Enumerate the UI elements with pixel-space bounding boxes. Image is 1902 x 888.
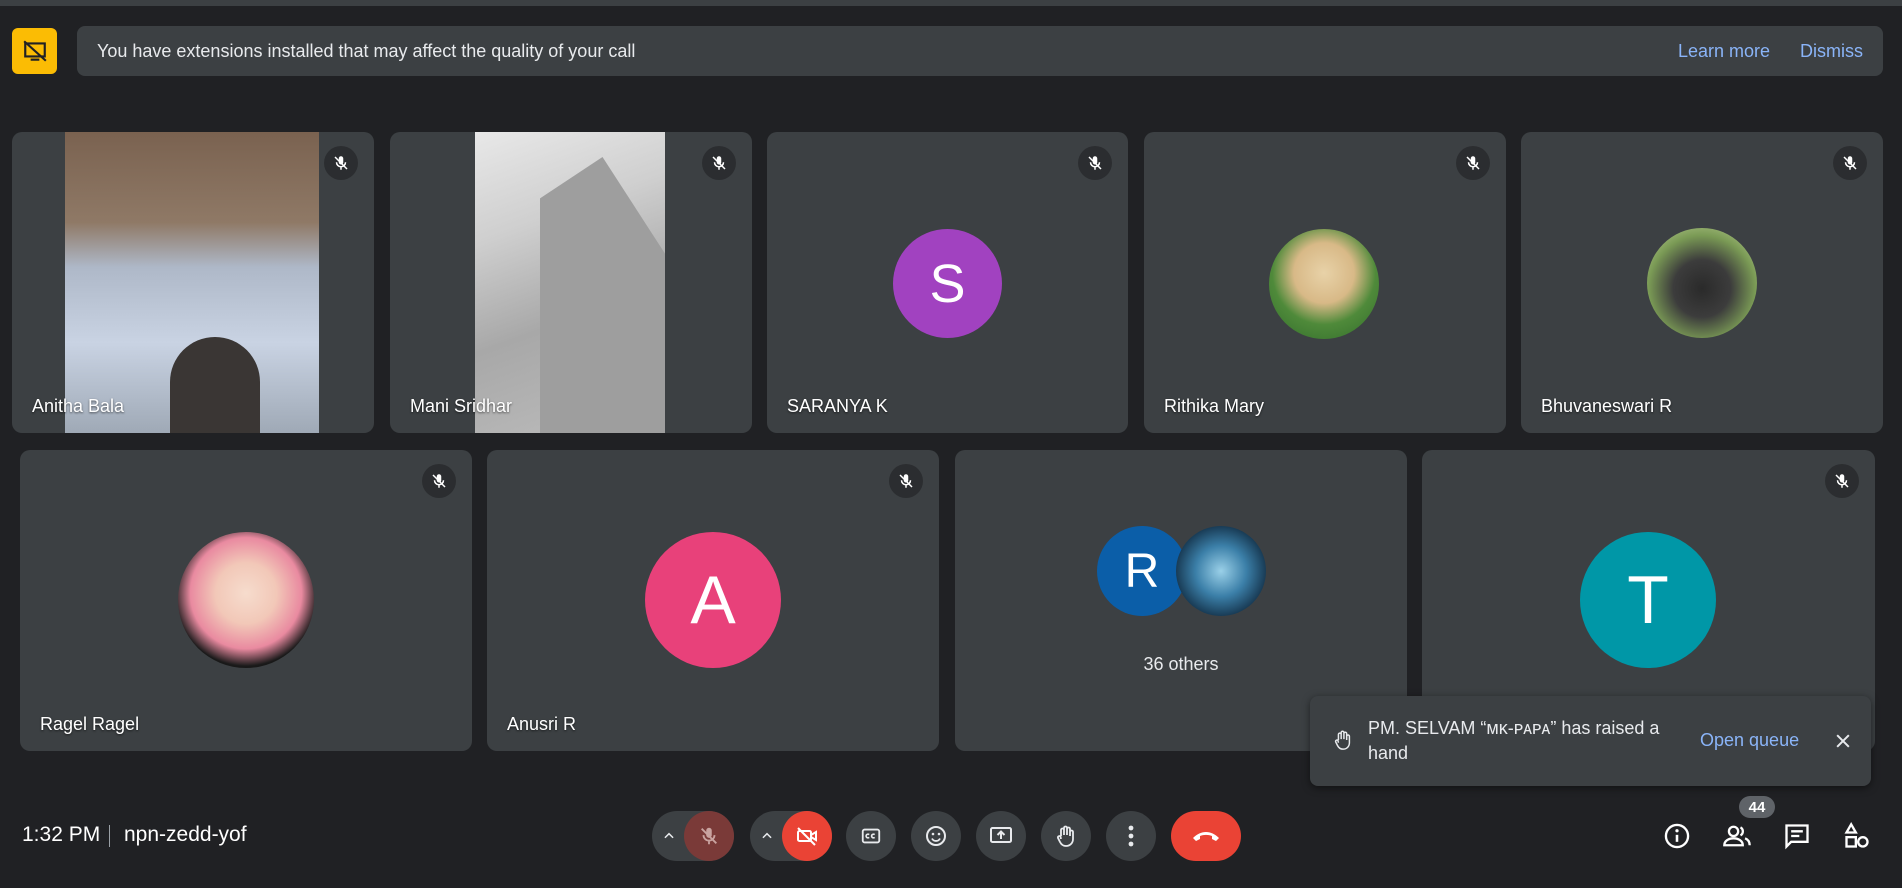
activities-icon[interactable] (1839, 818, 1875, 854)
people-icon[interactable] (1719, 818, 1755, 854)
raise-hand-button[interactable] (1041, 811, 1091, 861)
raised-hand-toast: PM. SELVAM “ᴍᴋ-ᴘᴀᴘᴀ” has raised a hand O… (1310, 696, 1871, 786)
participant-avatar: T (1580, 532, 1716, 668)
participant-name: Anusri R (507, 714, 577, 734)
toast-message: PM. SELVAM “ᴍᴋ-ᴘᴀᴘᴀ” has raised a hand (1368, 718, 1660, 763)
participant-tile[interactable]: Anitha Bala (12, 132, 374, 433)
participant-name: SARANYA K (787, 396, 888, 416)
avatar-initial: S (929, 253, 966, 314)
open-queue-button[interactable]: Open queue (1700, 730, 1799, 751)
muted-mic-icon (1825, 464, 1859, 498)
participant-tile[interactable]: S SARANYA K (767, 132, 1128, 433)
participant-name: Bhuvaneswari R (1541, 396, 1673, 416)
muted-mic-icon (889, 464, 923, 498)
meeting-details-icon[interactable] (1659, 818, 1695, 854)
participant-video (475, 132, 665, 433)
captions-button[interactable] (846, 811, 896, 861)
chat-icon[interactable] (1779, 818, 1815, 854)
dismiss-button[interactable]: Dismiss (1800, 41, 1863, 62)
meeting-time: 1:32 PM (22, 823, 101, 846)
participant-photo-avatar (1647, 228, 1757, 338)
participant-photo-avatar (1269, 229, 1379, 339)
avatar-initial: T (1627, 562, 1669, 638)
divider (109, 825, 110, 847)
participant-tile[interactable]: Ragel Ragel (20, 450, 472, 751)
camera-off-button[interactable] (782, 811, 832, 861)
participant-name: Rithika Mary (1164, 396, 1265, 416)
learn-more-link[interactable]: Learn more (1678, 41, 1770, 62)
participant-photo-avatar (178, 532, 314, 668)
participant-name: Anitha Bala (32, 396, 125, 416)
avatar-initial: R (1124, 544, 1160, 598)
mic-off-button[interactable] (684, 811, 734, 861)
others-count-label: 36 others (1143, 654, 1219, 674)
raised-hand-icon (1332, 728, 1354, 757)
more-options-button[interactable] (1106, 811, 1156, 861)
close-icon[interactable] (1828, 726, 1858, 756)
participant-avatar: S (893, 229, 1002, 338)
participant-tile[interactable]: Bhuvaneswari R (1521, 132, 1883, 433)
others-avatar: R (1097, 526, 1187, 616)
people-count-badge: 44 (1739, 796, 1775, 818)
muted-mic-icon (422, 464, 456, 498)
participant-tile[interactable]: Mani Sridhar (390, 132, 752, 433)
banner-text: You have extensions installed that may a… (97, 40, 636, 61)
extensions-warning-icon (12, 28, 57, 74)
participant-avatar: A (645, 532, 781, 668)
emoji-reaction-button[interactable] (911, 811, 961, 861)
camera-options-chevron-icon[interactable] (750, 811, 784, 861)
others-photo-avatar (1176, 526, 1266, 616)
muted-mic-icon (1456, 146, 1490, 180)
participant-name: Mani Sridhar (410, 396, 513, 416)
extensions-banner: You have extensions installed that may a… (77, 26, 1883, 76)
mic-options-chevron-icon[interactable] (652, 811, 686, 861)
muted-mic-icon (702, 146, 736, 180)
participant-name: Ragel Ragel (40, 714, 140, 734)
top-strip (0, 0, 1902, 6)
muted-mic-icon (324, 146, 358, 180)
participant-video (65, 132, 319, 433)
present-screen-button[interactable] (976, 811, 1026, 861)
muted-mic-icon (1833, 146, 1867, 180)
muted-mic-icon (1078, 146, 1112, 180)
leave-call-button[interactable] (1171, 811, 1241, 861)
avatar-initial: A (690, 562, 736, 638)
meeting-code: npn-zedd-yof (124, 823, 247, 846)
participant-tile[interactable]: Rithika Mary (1144, 132, 1506, 433)
participant-tile[interactable]: A Anusri R (487, 450, 939, 751)
